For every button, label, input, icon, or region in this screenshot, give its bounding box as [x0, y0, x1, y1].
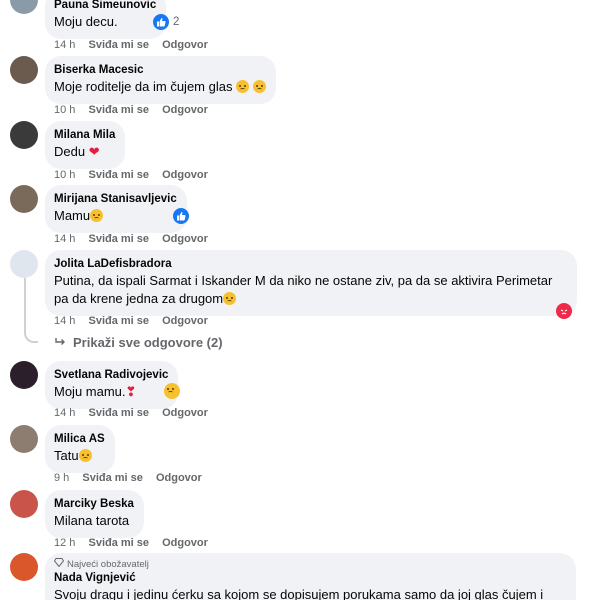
comment-time[interactable]: 10 h	[54, 104, 75, 116]
diamond-icon	[53, 558, 65, 571]
thread-connector	[24, 278, 38, 343]
comment-author[interactable]: Svetlana Radivojevic	[54, 368, 168, 383]
comment-author[interactable]: Biserka Macesic	[54, 63, 266, 78]
comment-time[interactable]: 14 h	[54, 407, 75, 419]
like-button[interactable]: Sviđa mi se	[88, 315, 149, 327]
comment-text: Moju mamu.❣	[54, 384, 137, 399]
comment-author[interactable]: Mirijana Stanisavljevic	[54, 192, 177, 207]
comment-time[interactable]: 10 h	[54, 169, 75, 181]
comment-text: Svoju dragu i jedinu ćerku sa kojom se d…	[54, 587, 544, 600]
comment-bubble: Mirijana Stanisavljevic Mamu	[45, 185, 187, 233]
avatar[interactable]	[10, 121, 38, 149]
rolling-eyes-emoji-icon	[223, 292, 237, 305]
avatar[interactable]	[10, 185, 38, 213]
reply-button[interactable]: Odgovor	[162, 39, 208, 51]
comment-text: Moje roditelje da im čujem glas	[54, 78, 266, 96]
like-button[interactable]: Sviđa mi se	[88, 537, 149, 549]
comment-time[interactable]: 12 h	[54, 537, 75, 549]
comment-actions: 9 h Sviđa mi se Odgovor	[54, 471, 212, 485]
comment-author[interactable]: Milica AS	[54, 432, 105, 447]
like-button[interactable]: Sviđa mi se	[88, 407, 149, 419]
like-icon	[153, 14, 169, 30]
comment-text: Dedu ❤	[54, 144, 100, 159]
comment-actions: 14 h Sviđa mi se Odgovor	[54, 38, 218, 52]
avatar[interactable]	[10, 250, 38, 278]
like-button[interactable]: Sviđa mi se	[88, 233, 149, 245]
like-button[interactable]: Sviđa mi se	[88, 104, 149, 116]
comment-text: Milana tarota	[54, 513, 130, 528]
reaction-summary[interactable]	[173, 208, 189, 224]
sad-emoji-icon	[90, 209, 104, 222]
avatar[interactable]	[10, 553, 38, 581]
comment-time[interactable]: 14 h	[54, 315, 75, 327]
two-hearts-icon: ❣	[125, 384, 137, 399]
reaction-count: 2	[173, 16, 180, 28]
like-button[interactable]: Sviđa mi se	[88, 169, 149, 181]
sad-emoji-icon	[252, 80, 266, 93]
comment-text: Moju decu.	[54, 14, 118, 29]
comment-actions: 10 h Sviđa mi se Odgovor	[54, 168, 218, 182]
comment-actions: 10 h Sviđa mi se Odgovor	[54, 103, 218, 117]
comment-author[interactable]: Jolita LaDefisbradora	[54, 257, 567, 272]
comment-actions: 14 h Sviđa mi se Odgovor	[54, 232, 218, 246]
avatar[interactable]	[10, 0, 38, 14]
view-all-replies-link[interactable]: Prikaži sve odgovore (2)	[55, 335, 223, 350]
reply-button[interactable]: Odgovor	[162, 315, 208, 327]
reply-arrow-icon	[55, 335, 67, 350]
comment-author[interactable]: Milana Mila	[54, 128, 115, 143]
comment-author[interactable]: Pauna Simeunovic	[54, 0, 156, 13]
comment-author[interactable]: Nada Vignjević	[54, 571, 566, 586]
comment-bubble: Biserka Macesic Moje roditelje da im čuj…	[45, 56, 276, 104]
comment-bubble: Milica AS Tatu	[45, 425, 115, 473]
reply-button[interactable]: Odgovor	[162, 407, 208, 419]
avatar[interactable]	[10, 425, 38, 453]
avatar[interactable]	[10, 490, 38, 518]
reply-button[interactable]: Odgovor	[162, 233, 208, 245]
reply-button[interactable]: Odgovor	[162, 169, 208, 181]
reaction-summary[interactable]	[556, 303, 572, 319]
like-button[interactable]: Sviđa mi se	[82, 472, 143, 484]
reaction-summary[interactable]	[164, 383, 180, 399]
sad-reaction-icon	[164, 383, 180, 399]
comment-bubble: Milana Mila Dedu ❤	[45, 121, 126, 169]
top-fan-badge: Najveći obožavatelj	[53, 558, 566, 571]
comment-actions: 14 h Sviđa mi se Odgovor	[54, 406, 218, 420]
reaction-summary[interactable]: 2	[153, 14, 179, 30]
reply-button[interactable]: Odgovor	[156, 472, 202, 484]
comment-bubble: Jolita LaDefisbradora Putina, da ispali …	[45, 250, 577, 316]
angry-reaction-icon	[556, 303, 572, 319]
comment-time[interactable]: 14 h	[54, 39, 75, 51]
comment-time[interactable]: 14 h	[54, 233, 75, 245]
comment-actions: 14 h Sviđa mi se Odgovor	[54, 314, 218, 328]
comment-text: Tatu	[54, 447, 105, 465]
comment-time[interactable]: 9 h	[54, 472, 69, 484]
comment-actions: 12 h Sviđa mi se Odgovor	[54, 536, 218, 550]
comment-bubble: Najveći obožavatelj Nada Vignjević Svoju…	[45, 553, 576, 600]
avatar[interactable]	[10, 361, 38, 389]
avatar[interactable]	[10, 56, 38, 84]
sad-emoji-icon	[78, 449, 92, 462]
comment-text: Putina, da ispali Sarmat i Iskander M da…	[54, 273, 553, 306]
comment-bubble: Marciky Beska Milana tarota	[45, 490, 144, 538]
reply-button[interactable]: Odgovor	[162, 104, 208, 116]
heart-icon: ❤	[88, 144, 100, 159]
comment-author[interactable]: Marciky Beska	[54, 497, 134, 512]
reply-button[interactable]: Odgovor	[162, 537, 208, 549]
comment-text: Mamu	[54, 207, 177, 225]
like-icon	[173, 208, 189, 224]
comment-bubble: Svetlana Radivojevic Moju mamu.❣	[45, 361, 179, 409]
sad-emoji-icon	[236, 80, 250, 93]
comment-bubble: Pauna Simeunovic Moju decu.	[45, 0, 167, 39]
like-button[interactable]: Sviđa mi se	[88, 39, 149, 51]
